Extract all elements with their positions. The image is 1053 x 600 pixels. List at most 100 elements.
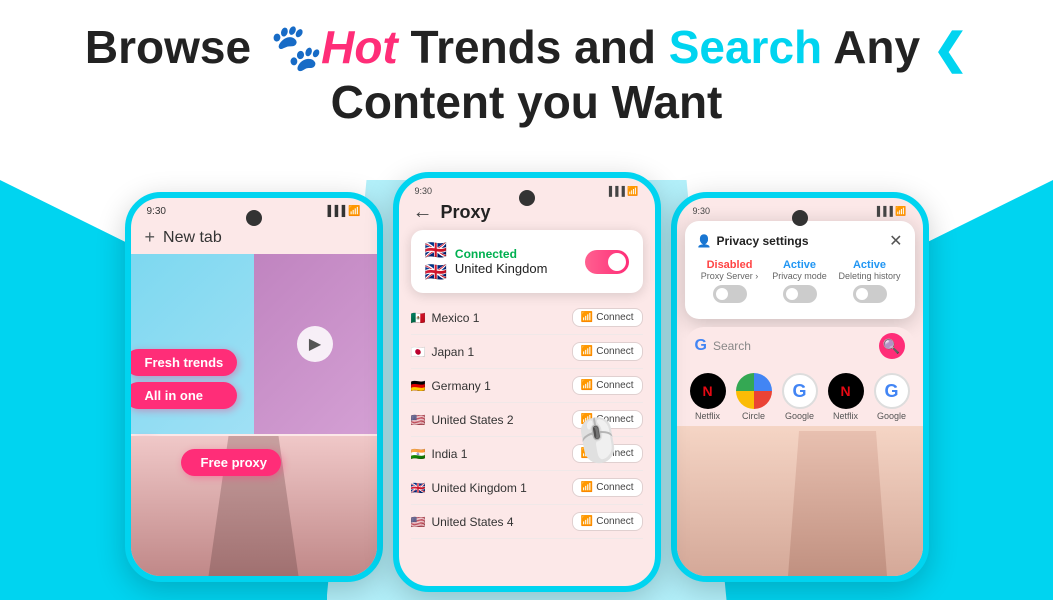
server-name-us4: 🇺🇸 United States 4 bbox=[411, 515, 514, 529]
connection-info: Connected United Kingdom bbox=[455, 247, 548, 276]
google-icon-1: G bbox=[782, 373, 818, 409]
headline-text3: Any bbox=[822, 21, 933, 73]
back-arrow-icon[interactable]: ← bbox=[413, 201, 433, 224]
app-netflix-1[interactable]: N Netflix bbox=[690, 373, 726, 421]
phone-right-notch bbox=[792, 210, 808, 226]
headline-text1: Browse bbox=[85, 21, 264, 73]
privacy-col-privacy-mode: Active Privacy mode bbox=[767, 259, 833, 303]
netflix-label-2: Netflix bbox=[833, 411, 858, 421]
india-flag: 🇮🇳 bbox=[411, 447, 426, 461]
phone-left-signal: ▐▐▐ 📶 bbox=[324, 206, 360, 217]
us4-flag: 🇺🇸 bbox=[411, 515, 426, 529]
mexico-label: Mexico 1 bbox=[431, 311, 479, 325]
fresh-trends-button[interactable]: Fresh trends bbox=[125, 349, 238, 376]
server-name-us2: 🇺🇸 United States 2 bbox=[411, 413, 514, 427]
germany-label: Germany 1 bbox=[431, 379, 490, 393]
server-name-japan: 🇯🇵 Japan 1 bbox=[411, 345, 475, 359]
uk1-label: United Kingdom 1 bbox=[431, 481, 526, 495]
search-word: Search bbox=[669, 21, 822, 73]
connect-btn-japan[interactable]: 📶 Connect bbox=[572, 342, 643, 361]
server-row-us4: 🇺🇸 United States 4 📶 Connect bbox=[411, 505, 643, 539]
us2-flag: 🇺🇸 bbox=[411, 413, 426, 427]
server-row-japan: 🇯🇵 Japan 1 📶 Connect bbox=[411, 335, 643, 369]
connected-flag-info: 🇬🇧 🇬🇧 Connected United Kingdom bbox=[425, 240, 548, 283]
search-bar[interactable]: G Search 🔍 bbox=[685, 327, 915, 365]
google-icon-2: G bbox=[874, 373, 910, 409]
phone-left-notch bbox=[246, 210, 262, 226]
server-name-germany: 🇩🇪 Germany 1 bbox=[411, 379, 491, 393]
feature-buttons: Fresh trends All in one bbox=[125, 349, 238, 409]
server-row-uk1: 🇬🇧 United Kingdom 1 📶 Connect bbox=[411, 471, 643, 505]
server-row-mexico: 🇲🇽 Mexico 1 📶 Connect bbox=[411, 301, 643, 335]
privacy-title: 👤 Privacy settings bbox=[697, 234, 809, 248]
new-tab-plus-icon: + bbox=[145, 227, 156, 248]
phone-mid-time: 9:30 bbox=[415, 186, 433, 197]
connect-btn-germany[interactable]: 📶 Connect bbox=[572, 376, 643, 395]
proxy-toggle[interactable] bbox=[713, 285, 747, 303]
phone-left: 9:30 ▐▐▐ 📶 + New tab ▶ Fresh trends All … bbox=[125, 192, 383, 582]
proxy-title: Proxy bbox=[441, 202, 491, 223]
history-toggle[interactable] bbox=[853, 285, 887, 303]
circle-icon bbox=[736, 373, 772, 409]
account-icon: 👤 bbox=[697, 234, 712, 248]
header: Browse 🐾Hot Trends and Search Any ❮ Cont… bbox=[0, 0, 1053, 140]
proxy-status-label: Disabled bbox=[697, 259, 763, 271]
app-google-2[interactable]: G Google bbox=[874, 373, 910, 421]
free-proxy-button[interactable]: Free proxy bbox=[181, 449, 281, 476]
app-circle-1[interactable]: Circle bbox=[736, 373, 772, 421]
history-sub-label: Deleting history bbox=[837, 271, 903, 281]
play-button[interactable]: ▶ bbox=[297, 326, 333, 362]
history-status-label: Active bbox=[837, 259, 903, 271]
app-google-1[interactable]: G Google bbox=[782, 373, 818, 421]
app-netflix-2[interactable]: N Netflix bbox=[828, 373, 864, 421]
country-label: United Kingdom bbox=[455, 261, 548, 276]
new-tab-label: New tab bbox=[163, 229, 222, 247]
us2-label: United States 2 bbox=[431, 413, 513, 427]
hot-word: 🐾Hot bbox=[264, 21, 398, 73]
search-button[interactable]: 🔍 bbox=[879, 333, 905, 359]
angle-icon: ❮ bbox=[933, 25, 968, 72]
close-popup-button[interactable]: ✕ bbox=[889, 231, 902, 251]
phone-mid-signal: ▐▐▐ 📶 bbox=[606, 186, 639, 197]
connected-label: Connected bbox=[455, 247, 548, 261]
privacy-col-history: Active Deleting history bbox=[837, 259, 903, 303]
headline-line2: Content you Want bbox=[331, 76, 723, 128]
privacy-col-proxy: Disabled Proxy Server › bbox=[697, 259, 763, 303]
proxy-sub-label: Proxy Server › bbox=[697, 271, 763, 281]
google-label-1: Google bbox=[785, 411, 814, 421]
headline-text2: Trends and bbox=[398, 21, 669, 73]
netflix-icon-1: N bbox=[690, 373, 726, 409]
netflix-label-1: Netflix bbox=[695, 411, 720, 421]
cursor-hand-icon: 🖱️ bbox=[568, 413, 628, 470]
japan-label: Japan 1 bbox=[431, 345, 474, 359]
server-name-uk1: 🇬🇧 United Kingdom 1 bbox=[411, 481, 527, 495]
search-input-placeholder: Search bbox=[713, 339, 879, 353]
headline: Browse 🐾Hot Trends and Search Any ❮ Cont… bbox=[60, 20, 993, 130]
mexico-flag: 🇲🇽 bbox=[411, 311, 426, 325]
all-in-one-button[interactable]: All in one bbox=[125, 382, 238, 409]
japan-flag: 🇯🇵 bbox=[411, 345, 426, 359]
connect-btn-uk1[interactable]: 📶 Connect bbox=[572, 478, 643, 497]
connected-card: 🇬🇧 🇬🇧 Connected United Kingdom bbox=[411, 230, 643, 293]
content-image-2: ▶ bbox=[254, 254, 377, 434]
server-row-germany: 🇩🇪 Germany 1 📶 Connect bbox=[411, 369, 643, 403]
phones-container: 9:30 ▐▐▐ 📶 + New tab ▶ Fresh trends All … bbox=[0, 172, 1053, 592]
privacy-title-text: Privacy settings bbox=[716, 234, 808, 248]
phone-right: 9:30 ▐▐▐ 📶 👤 Privacy settings ✕ Disabled… bbox=[671, 192, 929, 582]
connect-btn-mexico[interactable]: 📶 Connect bbox=[572, 308, 643, 327]
uk1-flag: 🇬🇧 bbox=[411, 481, 426, 495]
privacy-mode-status-label: Active bbox=[767, 259, 833, 271]
phone-right-time: 9:30 bbox=[693, 206, 711, 217]
privacy-mode-toggle[interactable] bbox=[783, 285, 817, 303]
netflix-icon-2: N bbox=[828, 373, 864, 409]
connect-btn-us4[interactable]: 📶 Connect bbox=[572, 512, 643, 531]
phone-right-signal: ▐▐▐ 📶 bbox=[874, 206, 907, 217]
germany-flag: 🇩🇪 bbox=[411, 379, 426, 393]
phone-mid: 9:30 ▐▐▐ 📶 ← Proxy 🇬🇧 🇬🇧 Connected Unite… bbox=[393, 172, 661, 592]
privacy-mode-sub-label: Privacy mode bbox=[767, 271, 833, 281]
circle-label: Circle bbox=[742, 411, 765, 421]
vpn-toggle[interactable] bbox=[585, 250, 629, 274]
privacy-cols: Disabled Proxy Server › Active Privacy m… bbox=[697, 259, 903, 303]
uk-flag: 🇬🇧 🇬🇧 bbox=[425, 240, 447, 283]
privacy-popup: 👤 Privacy settings ✕ Disabled Proxy Serv… bbox=[685, 221, 915, 319]
